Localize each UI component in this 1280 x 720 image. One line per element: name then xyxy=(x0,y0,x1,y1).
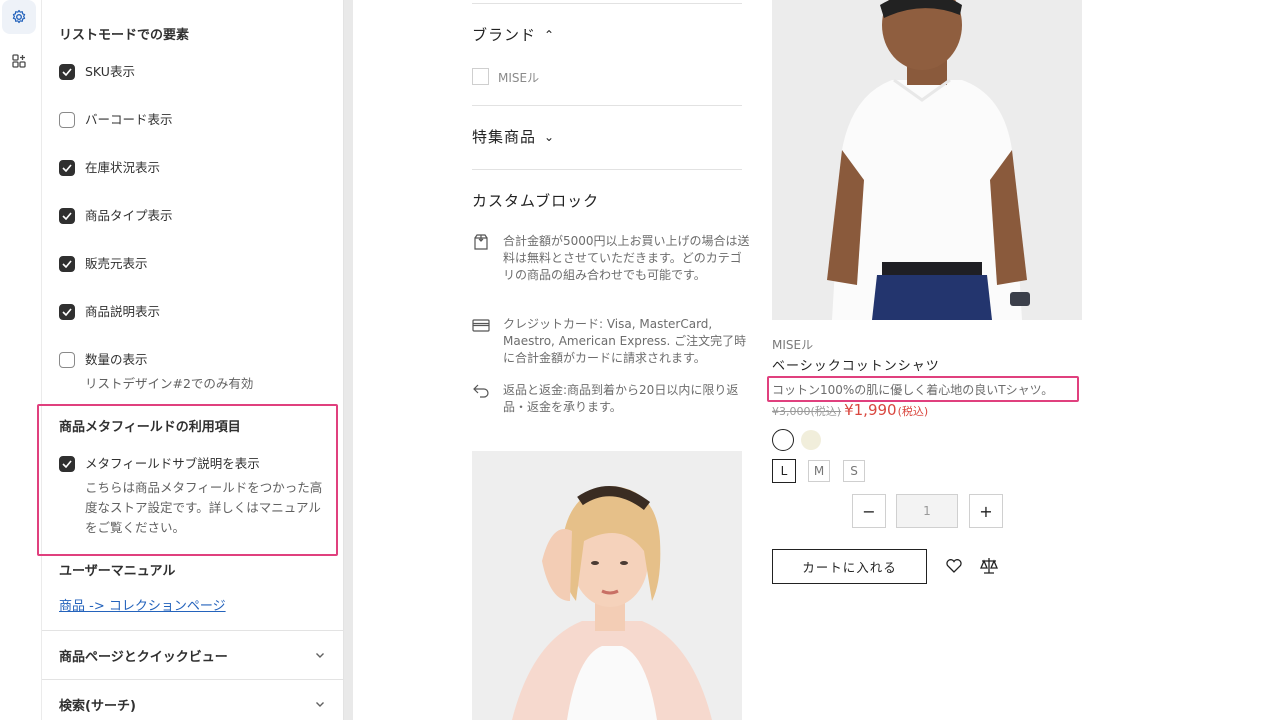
credit-card-icon xyxy=(472,316,492,367)
info-returns: 返品と返金:商品到着から20日以内に限り返品・返金を承ります。 xyxy=(472,382,752,416)
checkbox-label: 数量の表示 xyxy=(85,352,148,367)
list-mode-section-title: リストモードでの要素 xyxy=(59,28,190,43)
quantity-minus-button[interactable]: − xyxy=(852,494,886,528)
info-shipping: 合計金額が5000円以上お買い上げの場合は送料は無料とさせていただきます。どのカ… xyxy=(472,233,752,284)
checkbox-label: 販売元表示 xyxy=(85,256,148,271)
checkbox-label: SKU表示 xyxy=(85,64,135,79)
gear-icon xyxy=(12,9,26,24)
chevron-down-icon: ⌄ xyxy=(544,129,556,144)
checkbox-help-text: リストデザイン#2でのみ有効 xyxy=(85,376,254,391)
chevron-up-icon: ⌃ xyxy=(544,27,556,42)
metafield-help-text: こちらは商品メタフィールドをつかった高度なストア設定です。詳しくはマニュアルをご… xyxy=(85,480,323,535)
info-payment: クレジットカード: Visa, MasterCard, Maestro, Ame… xyxy=(472,316,752,367)
product-title[interactable]: ベーシックコットンシャツ xyxy=(772,355,940,374)
return-arrow-icon xyxy=(472,382,492,416)
apps-rail-button[interactable] xyxy=(2,44,36,78)
chevron-down-icon xyxy=(316,702,324,707)
checkbox-sku[interactable]: SKU表示 xyxy=(59,64,135,80)
filter-featured-toggle[interactable]: 特集商品 ⌄ xyxy=(472,126,555,147)
user-manual-title: ユーザーマニュアル xyxy=(59,564,176,579)
sale-price-tax: (税込) xyxy=(897,405,929,418)
color-swatch-cream[interactable] xyxy=(801,430,821,450)
divider xyxy=(472,3,742,4)
checkbox-box[interactable] xyxy=(59,64,75,80)
section-search[interactable]: 検索(サーチ) xyxy=(42,679,343,720)
compare-at-price: ¥3,000(税込) xyxy=(772,405,842,418)
checkbox-label: 在庫状況表示 xyxy=(85,160,161,175)
checkbox-box[interactable] xyxy=(59,456,75,472)
store-preview: ブランド ⌃ MISEル 特集商品 ⌄ カスタムブロック 合計金額が5000円以… xyxy=(353,0,1280,720)
preview-gutter xyxy=(344,0,353,720)
sale-price: ¥1,990 xyxy=(844,401,897,419)
checkmark-icon xyxy=(62,260,72,268)
size-option-m[interactable]: M xyxy=(808,460,830,482)
checkbox-barcode[interactable]: バーコード表示 xyxy=(59,112,173,128)
checkbox-label: 商品タイプ表示 xyxy=(85,208,173,223)
section-product-page[interactable]: 商品ページとクイックビュー xyxy=(42,630,343,679)
checkbox-stock[interactable]: 在庫状況表示 xyxy=(59,160,160,176)
checkbox-box[interactable] xyxy=(59,304,75,320)
product-vendor: MISEル xyxy=(772,338,814,352)
checkmark-icon xyxy=(62,212,72,220)
divider xyxy=(472,105,742,106)
product-price: ¥3,000(税込) ¥1,990 (税込) xyxy=(772,401,928,419)
filter-brand-toggle[interactable]: ブランド ⌃ xyxy=(472,24,555,45)
product-sub-description: コットン100%の肌に優しく着心地の良いTシャツ。 xyxy=(772,383,1054,397)
filter-featured-label: 特集商品 xyxy=(472,128,537,146)
package-icon xyxy=(472,233,492,284)
checkbox-label: メタフィールドサブ説明を表示 xyxy=(85,456,260,471)
checkbox-box[interactable] xyxy=(59,256,75,272)
checkbox-label: バーコード表示 xyxy=(85,112,173,127)
compare-scale-icon[interactable] xyxy=(979,556,999,580)
section-label: 検索(サーチ) xyxy=(59,698,136,714)
checkmark-icon xyxy=(62,460,72,468)
size-option-l[interactable]: L xyxy=(772,459,796,483)
checkbox-box[interactable] xyxy=(59,112,75,128)
brand-checkbox[interactable] xyxy=(472,68,489,85)
checkbox-description[interactable]: 商品説明表示 xyxy=(59,304,160,320)
add-to-cart-button[interactable]: カートに入れる xyxy=(772,549,927,584)
checkmark-icon xyxy=(62,164,72,172)
metafield-section-title: 商品メタフィールドの利用項目 xyxy=(59,420,241,435)
checkbox-quantity[interactable]: 数量の表示 xyxy=(59,352,148,368)
product-image-woman[interactable] xyxy=(472,451,742,720)
quantity-input[interactable]: 1 xyxy=(896,494,958,528)
settings-rail-button[interactable] xyxy=(2,0,36,34)
checkbox-product-type[interactable]: 商品タイプ表示 xyxy=(59,208,173,224)
quantity-plus-button[interactable]: + xyxy=(969,494,1003,528)
divider xyxy=(472,169,742,170)
size-option-s[interactable]: S xyxy=(843,460,865,482)
custom-block-title: カスタムブロック xyxy=(472,192,600,210)
chevron-down-icon xyxy=(316,653,324,658)
checkbox-label: 商品説明表示 xyxy=(85,304,161,319)
checkbox-vendor[interactable]: 販売元表示 xyxy=(59,256,148,272)
filter-brand-label: ブランド xyxy=(472,26,537,44)
icon-rail xyxy=(0,0,42,720)
product-image-man[interactable] xyxy=(772,0,1082,320)
apps-icon xyxy=(12,54,26,68)
info-payment-text: クレジットカード: Visa, MasterCard, Maestro, Ame… xyxy=(503,317,747,365)
color-swatch-white[interactable] xyxy=(772,429,794,451)
section-label: 商品ページとクイックビュー xyxy=(59,649,228,665)
brand-option-label: MISEル xyxy=(498,71,540,85)
manual-link[interactable]: 商品 -> コレクションページ xyxy=(59,595,226,614)
info-shipping-text: 合計金額が5000円以上お買い上げの場合は送料は無料とさせていただきます。どのカ… xyxy=(503,234,750,282)
man-photo-illustration xyxy=(772,0,1082,320)
checkbox-box[interactable] xyxy=(59,352,75,368)
settings-panel: リストモードでの要素 SKU表示 バーコード表示 在庫状況表示 商品タイプ表示 … xyxy=(42,0,344,720)
checkbox-box[interactable] xyxy=(59,160,75,176)
heart-icon[interactable] xyxy=(945,557,963,579)
checkbox-box[interactable] xyxy=(59,208,75,224)
info-returns-text: 返品と返金:商品到着から20日以内に限り返品・返金を承ります。 xyxy=(503,383,739,414)
checkmark-icon xyxy=(62,68,72,76)
checkbox-metafield-sub[interactable]: メタフィールドサブ説明を表示 xyxy=(59,456,260,472)
woman-photo-illustration xyxy=(472,451,742,720)
checkmark-icon xyxy=(62,308,72,316)
